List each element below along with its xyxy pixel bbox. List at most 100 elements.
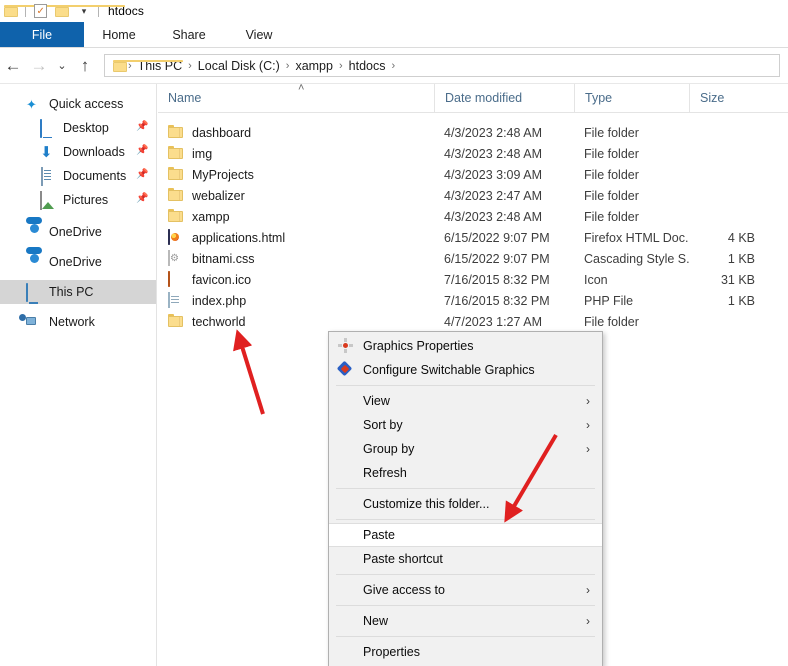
size-cell: 31 KB	[720, 272, 755, 287]
sidebar-item-this-pc[interactable]: This PC	[0, 280, 156, 304]
date-modified-cell: 4/3/2023 2:48 AM	[444, 209, 542, 224]
table-row[interactable]: xampp 4/3/2023 2:48 AM File folder	[158, 206, 788, 227]
menu-item-label: Paste	[363, 528, 395, 542]
menu-item-view[interactable]: View ›	[329, 389, 602, 413]
sidebar-item-desktop[interactable]: Desktop 📌	[0, 116, 156, 140]
network-icon	[26, 314, 42, 330]
menu-item-graphics-properties[interactable]: Graphics Properties	[329, 334, 602, 358]
type-cell: File folder	[584, 167, 639, 182]
table-row[interactable]: img 4/3/2023 2:48 AM File folder	[158, 143, 788, 164]
up-button[interactable]: ↑	[72, 51, 98, 81]
back-button[interactable]: ←	[0, 51, 26, 81]
menu-item-customize-this-folder[interactable]: Customize this folder...	[329, 492, 602, 516]
chevron-right-icon: ›	[586, 418, 590, 432]
date-modified-cell: 7/16/2015 8:32 PM	[444, 293, 550, 308]
file-name: bitnami.css	[192, 251, 255, 266]
ribbon-tab-bar: File Home Share View	[0, 22, 788, 48]
folder-icon	[168, 208, 184, 225]
file-name: dashboard	[192, 125, 252, 140]
menu-item-label: Sort by	[363, 418, 403, 432]
column-header-type[interactable]: Type	[574, 83, 689, 113]
date-modified-cell: 4/3/2023 2:48 AM	[444, 146, 542, 161]
menu-item-configure-switchable-graphics[interactable]: Configure Switchable Graphics	[329, 358, 602, 382]
breadcrumb[interactable]: › This PC › Local Disk (C:) › xampp › ht…	[104, 54, 780, 77]
menu-item-label: Configure Switchable Graphics	[363, 363, 535, 377]
tab-view[interactable]: View	[224, 22, 294, 47]
pin-icon[interactable]: 📌	[136, 122, 148, 132]
menu-item-label: Refresh	[363, 466, 407, 480]
file-explorer-window: ✓ ▾ htdocs File Home Share View ← → ⌄ ↑ …	[0, 0, 788, 666]
menu-item-group-by[interactable]: Group by ›	[329, 437, 602, 461]
menu-item-refresh[interactable]: Refresh	[329, 461, 602, 485]
quick-access-properties-icon[interactable]: ✓	[29, 1, 51, 21]
folder-icon	[168, 145, 184, 162]
menu-item-new[interactable]: New ›	[329, 609, 602, 633]
pin-icon[interactable]: 📌	[136, 170, 148, 180]
column-header-date-modified[interactable]: Date modified	[434, 83, 574, 113]
breadcrumb-folder-icon	[113, 59, 183, 72]
file-name: index.php	[192, 293, 247, 308]
file-name-cell: bitnami.css	[158, 249, 434, 267]
tab-home[interactable]: Home	[84, 22, 154, 47]
forward-button[interactable]: →	[26, 51, 52, 81]
table-row[interactable]: bitnami.css 6/15/2022 9:07 PM Cascading …	[158, 248, 788, 269]
switchable-graphics-icon	[338, 362, 354, 378]
quick-access-customize-caret[interactable]: ▾	[73, 1, 95, 21]
type-cell: Firefox HTML Doc...	[584, 230, 689, 245]
sidebar-item-pictures[interactable]: Pictures 📌	[0, 188, 156, 212]
ico-file-icon	[168, 270, 184, 288]
pin-icon[interactable]: 📌	[136, 194, 148, 204]
context-menu: Graphics Properties Configure Switchable…	[328, 331, 603, 666]
date-modified-cell: 4/3/2023 2:47 AM	[444, 188, 542, 203]
navigation-pane: ✦ Quick access Desktop 📌 ⬇ Downloads 📌 D…	[0, 84, 157, 666]
breadcrumb-item-local-disk[interactable]: Local Disk (C:)	[193, 59, 285, 73]
pin-icon[interactable]: 📌	[136, 146, 148, 156]
size-cell: 1 KB	[727, 251, 755, 266]
menu-item-sort-by[interactable]: Sort by ›	[329, 413, 602, 437]
breadcrumb-item-xampp[interactable]: xampp	[290, 59, 338, 73]
menu-item-give-access-to[interactable]: Give access to ›	[329, 578, 602, 602]
tab-share[interactable]: Share	[154, 22, 224, 47]
css-file-icon	[168, 249, 184, 267]
file-name: xampp	[192, 209, 230, 224]
sidebar-item-documents[interactable]: Documents 📌	[0, 164, 156, 188]
menu-item-paste[interactable]: Paste	[329, 523, 602, 547]
file-name-cell: img	[158, 145, 434, 162]
file-name-cell: applications.html	[158, 228, 434, 246]
monitor-icon	[40, 119, 56, 138]
file-name: applications.html	[192, 230, 286, 245]
menu-item-label: Graphics Properties	[363, 339, 474, 353]
menu-item-label: Group by	[363, 442, 415, 456]
table-row[interactable]: favicon.ico 7/16/2015 8:32 PM Icon 31 KB	[158, 269, 788, 290]
quick-access-folder-icon[interactable]	[0, 1, 74, 21]
sidebar-item-onedrive-2[interactable]: OneDrive	[0, 250, 156, 274]
date-modified-cell: 6/15/2022 9:07 PM	[444, 230, 550, 245]
breadcrumb-item-htdocs[interactable]: htdocs	[344, 59, 391, 73]
menu-item-properties[interactable]: Properties	[329, 640, 602, 664]
table-row[interactable]: index.php 7/16/2015 8:32 PM PHP File 1 K…	[158, 290, 788, 311]
folder-icon	[168, 313, 184, 330]
tab-file[interactable]: File	[0, 22, 84, 47]
sidebar-item-label: This PC	[49, 285, 94, 299]
sidebar-item-onedrive-1[interactable]: OneDrive	[0, 220, 156, 244]
recent-locations-button[interactable]: ⌄	[52, 51, 72, 81]
table-row[interactable]: dashboard 4/3/2023 2:48 AM File folder	[158, 122, 788, 143]
column-header-size[interactable]: Size	[689, 83, 769, 113]
table-row[interactable]: techworld 4/7/2023 1:27 AM File folder	[158, 311, 788, 332]
file-name-cell: MyProjects	[158, 166, 434, 183]
table-row[interactable]: webalizer 4/3/2023 2:47 AM File folder	[158, 185, 788, 206]
sidebar-item-network[interactable]: Network	[0, 310, 156, 334]
document-icon	[40, 167, 56, 186]
column-header-name[interactable]: Name ˄	[158, 82, 434, 113]
folder-icon	[4, 5, 74, 17]
quick-access-new-folder-icon[interactable]	[51, 1, 125, 21]
sidebar-item-downloads[interactable]: ⬇ Downloads 📌	[0, 140, 156, 164]
column-header-name-label: Name	[168, 91, 202, 105]
menu-separator	[336, 385, 595, 386]
table-row[interactable]: applications.html 6/15/2022 9:07 PM Fire…	[158, 227, 788, 248]
table-row[interactable]: MyProjects 4/3/2023 3:09 AM File folder	[158, 164, 788, 185]
menu-item-paste-shortcut[interactable]: Paste shortcut	[329, 547, 602, 571]
menu-item-label: Paste shortcut	[363, 552, 443, 566]
list-top-spacer	[158, 113, 788, 122]
sidebar-item-quick-access[interactable]: ✦ Quick access	[0, 92, 156, 116]
